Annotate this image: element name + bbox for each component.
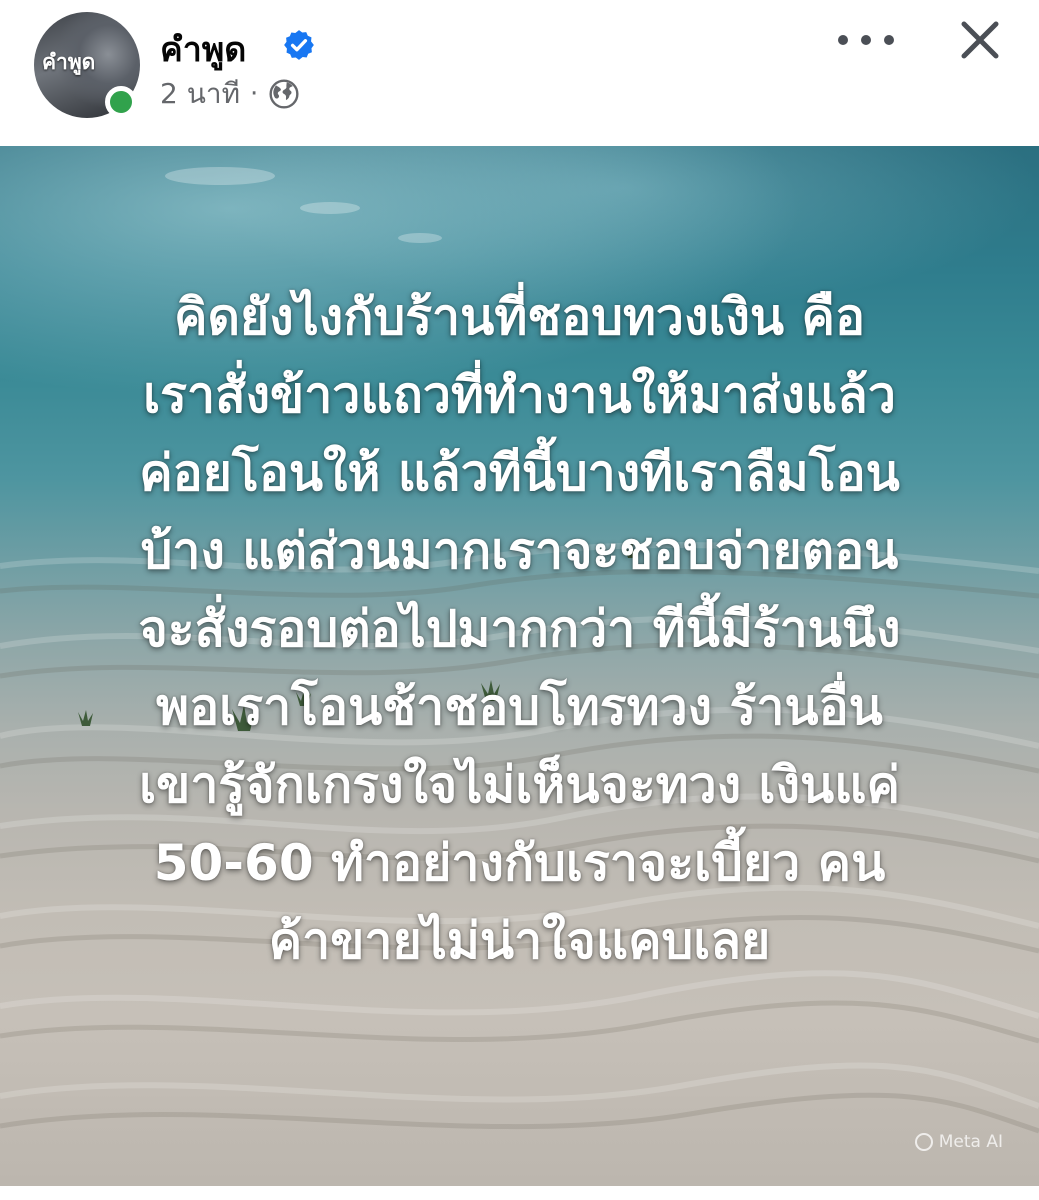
more-dot (884, 35, 894, 45)
post-image[interactable]: คิดยังไงกับร้านที่ชอบทวงเงิน คือ เราสั่ง… (0, 146, 1039, 1186)
quote-line: ค่อยโอนให้ แล้วทีนี้บางทีเราลืมโอน (139, 444, 900, 502)
quote-line: คิดยังไงกับร้านที่ชอบทวงเงิน คือ (174, 288, 865, 346)
quote-line: เราสั่งข้าวแถวที่ทำงานให้มาส่งแล้ว (143, 366, 896, 424)
close-icon[interactable] (956, 16, 1004, 64)
more-dot (861, 35, 871, 45)
avatar-label: คำพูด (42, 50, 96, 74)
quote-line: พอเราโอนช้าชอบโทรทวง ร้านอื่น (156, 678, 883, 736)
page-name[interactable]: คำพูด (160, 22, 246, 76)
meta-separator: · (250, 79, 259, 109)
more-options-icon[interactable] (838, 26, 894, 54)
quote-line: เขารู้จักเกรงใจไม่เห็นจะทวง เงินแค่ (139, 756, 900, 814)
globe-icon[interactable] (268, 78, 300, 110)
bottom-spacer (0, 1186, 1039, 1200)
quote-line: บ้าง แต่ส่วนมากเราจะชอบจ่ายตอน (140, 522, 899, 580)
post-header: คำพูด คำพูด 2 นาที · (0, 0, 1039, 146)
meta-ai-icon (914, 1133, 933, 1151)
meta-ai-watermark: Meta AI (914, 1132, 1003, 1152)
more-dot (838, 35, 848, 45)
online-status-indicator (105, 86, 137, 118)
post-timestamp[interactable]: 2 นาที (160, 72, 240, 116)
quote-text: คิดยังไงกับร้านที่ชอบทวงเงิน คือ เราสั่ง… (40, 278, 999, 980)
quote-line: ค้าขายไม่น่าใจแคบเลย (268, 912, 771, 970)
post-meta: 2 นาที · (160, 74, 300, 114)
quote-line: จะสั่งรอบต่อไปมากกว่า ทีนี้มีร้านนึง (138, 600, 901, 658)
meta-ai-label: Meta AI (938, 1132, 1003, 1152)
verified-badge-icon (284, 30, 314, 60)
quote-line: 50-60 ทำอย่างกับเราจะเบี้ยว คน (153, 834, 886, 892)
